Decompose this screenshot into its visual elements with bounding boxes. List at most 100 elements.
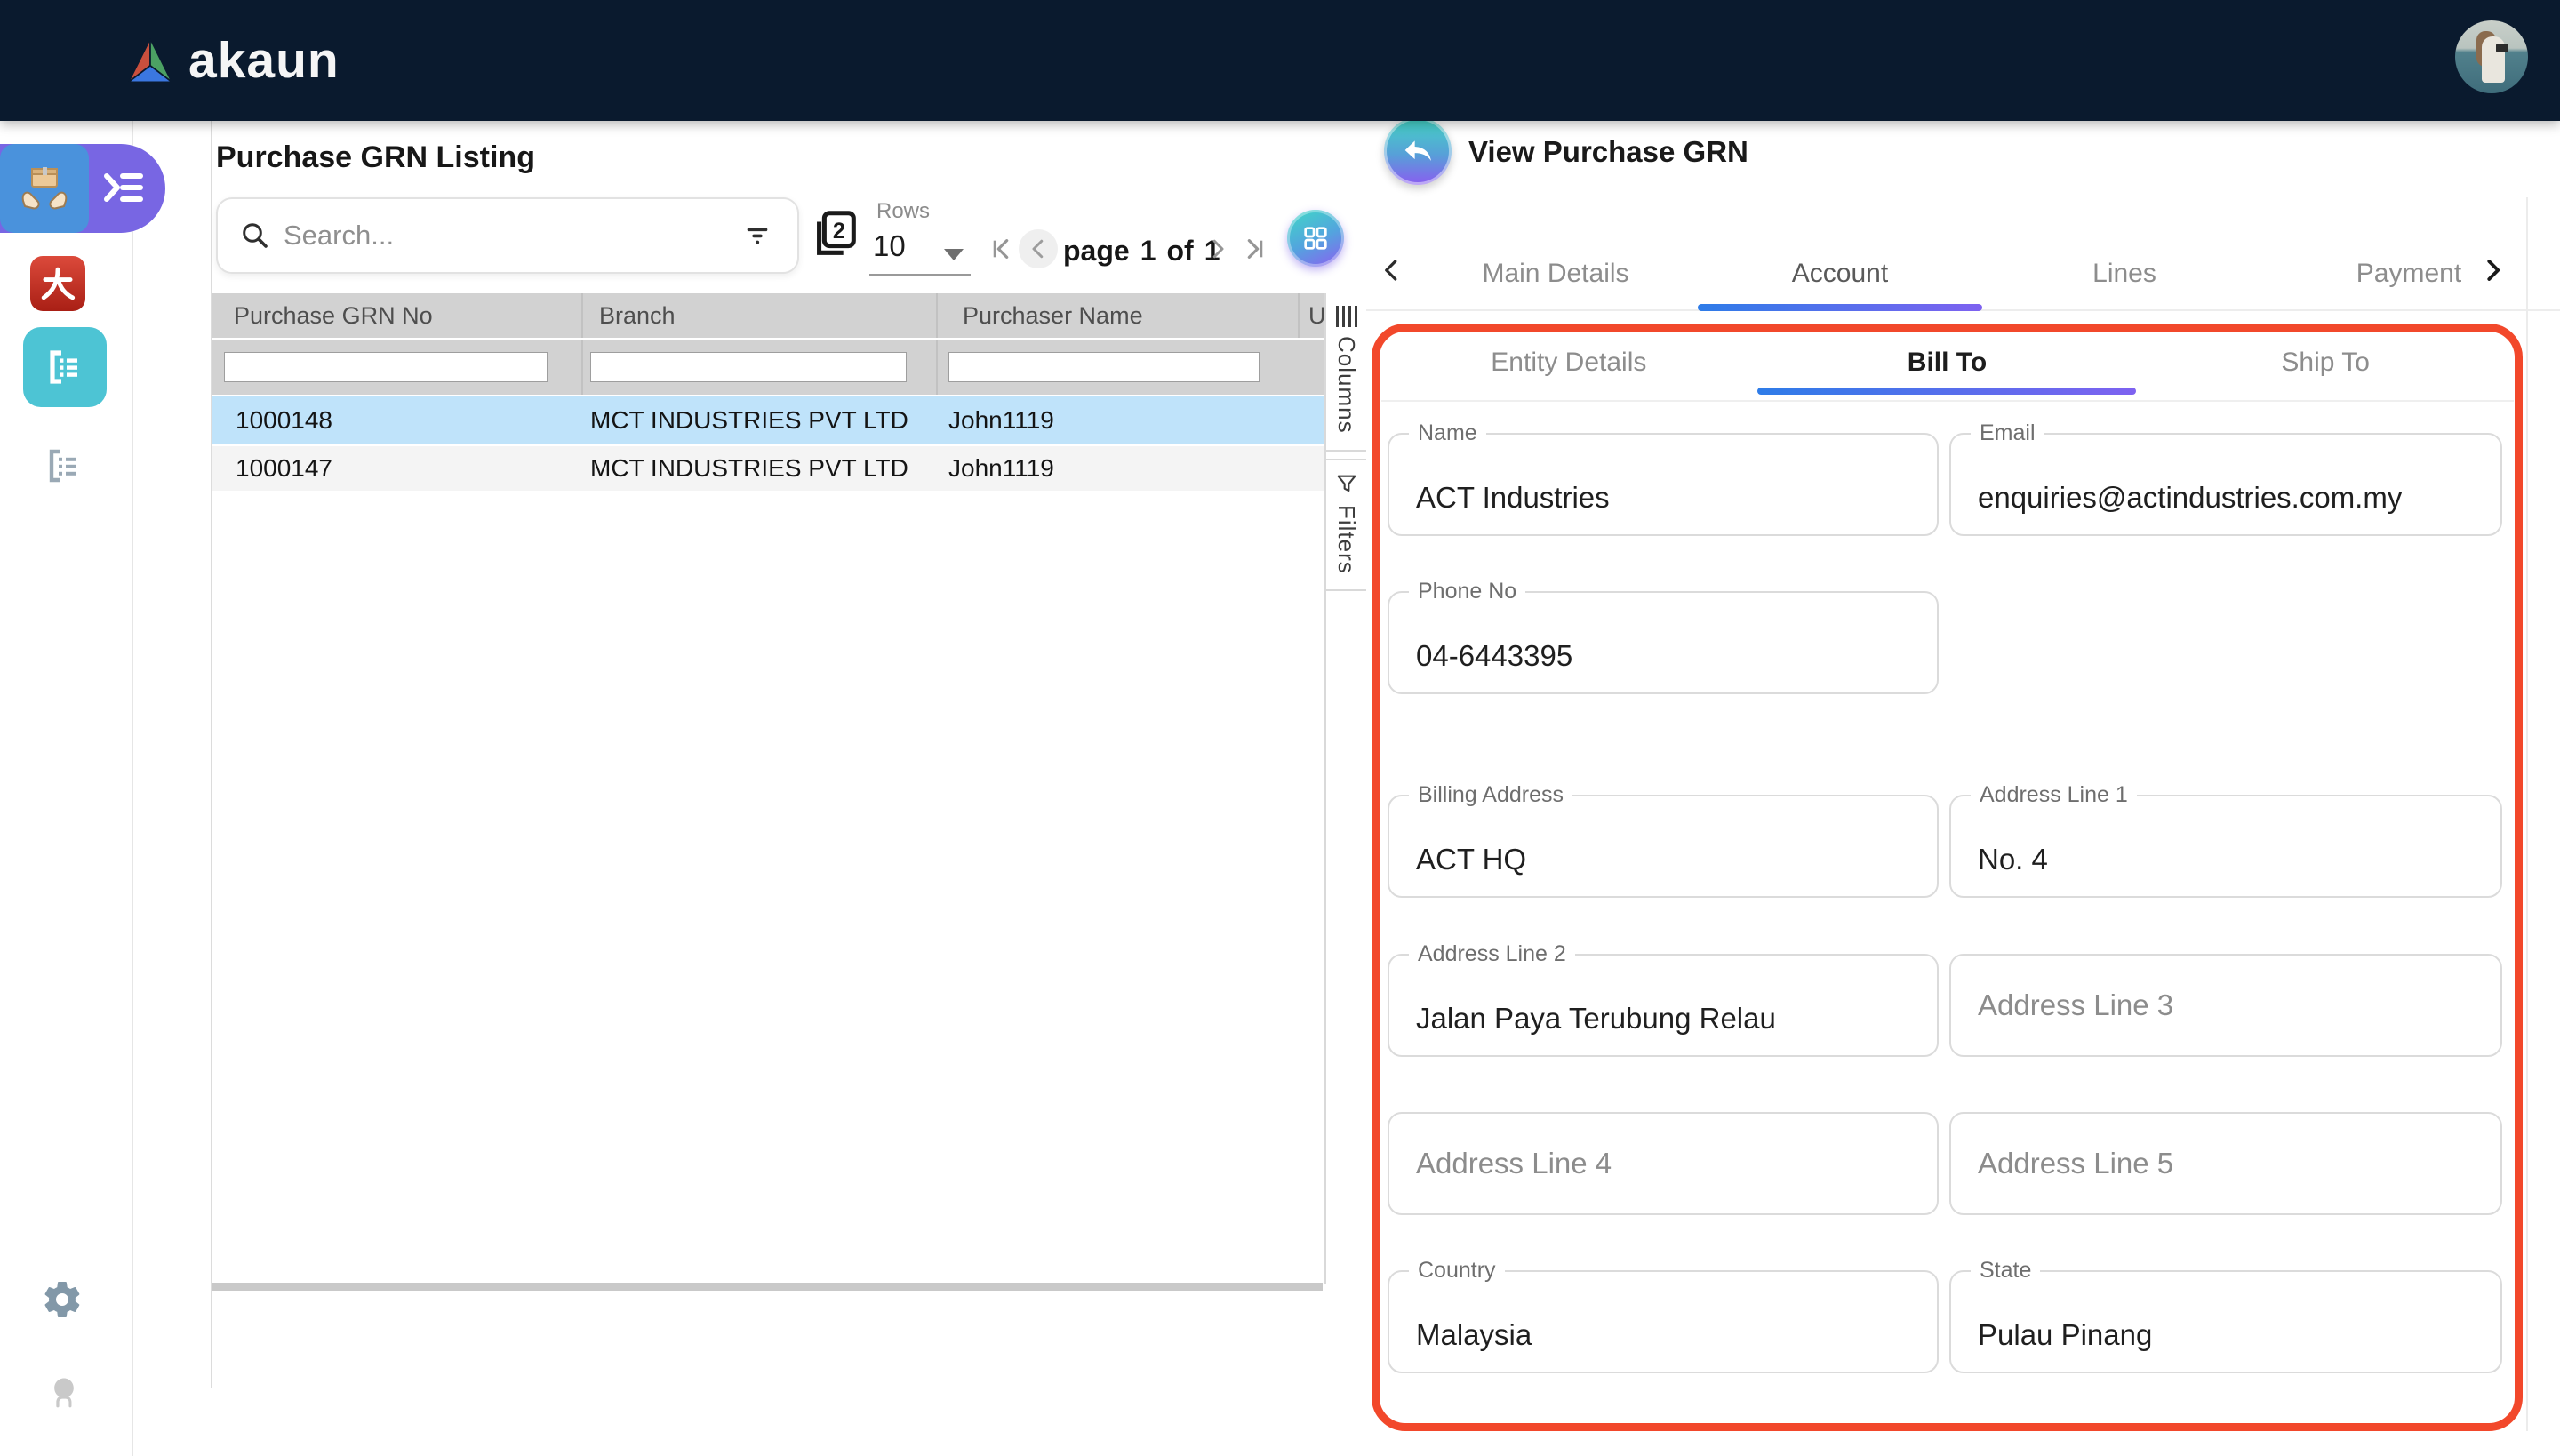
tab-account[interactable]: Account [1698,236,1982,311]
brand-name: akaun [188,31,340,90]
list-form-icon [44,346,86,388]
akaun-triangle-icon [124,36,176,84]
sidebar [0,121,133,1456]
country-field[interactable]: Country Malaysia [1388,1270,1939,1373]
detail-tabs: Main Details Account Lines Payment [1413,236,2462,311]
grn-table: Purchase GRN No Branch Purchaser Name Up… [212,293,1324,491]
address-line-3-field[interactable]: Address Line 3 [1949,954,2502,1057]
country-label: Country [1409,1258,1505,1284]
email-field[interactable]: Email enquiries@actindustries.com.my [1949,433,2502,536]
table-row[interactable]: 1000147 MCT INDUSTRIES PVT LTD John1119 [212,444,1324,491]
brand-logo[interactable]: akaun [124,31,340,90]
phone-value: 04-6443395 [1416,639,1572,673]
page-title: Purchase GRN Listing [216,140,535,175]
search-input[interactable] [284,220,742,252]
cell-grn-no: 1000148 [212,406,581,435]
columns-side-tab[interactable]: Columns [1326,293,1366,452]
tabs-scroll-left[interactable] [1376,251,1408,290]
top-navbar: akaun [0,0,2560,121]
billing-address-value: ACT HQ [1416,843,1526,876]
billing-address-label: Billing Address [1409,782,1572,808]
profile-icon[interactable] [41,1372,87,1419]
filter-list-icon[interactable] [742,222,772,249]
active-subtab-underline [1757,388,2136,395]
rows-per-page-select[interactable]: 10 [873,229,906,263]
email-value: enquiries@actindustries.com.my [1978,481,2402,515]
sidebar-item-dahua-app[interactable] [30,256,85,311]
search-bar [216,197,799,274]
svg-text:2: 2 [833,219,845,244]
phone-label: Phone No [1409,579,1525,604]
name-field[interactable]: Name ACT Industries [1388,433,1939,536]
column-header-purchase-grn-no[interactable]: Purchase GRN No [212,293,581,338]
address-line-1-value: No. 4 [1978,843,2048,876]
funnel-icon [1334,473,1359,496]
state-field[interactable]: State Pulau Pinang [1949,1270,2502,1373]
grid-icon [1301,224,1330,252]
address-line-5-placeholder: Address Line 5 [1978,1147,2173,1180]
table-header-row: Purchase GRN No Branch Purchaser Name Up [212,293,1324,338]
cell-purchaser: John1119 [936,406,1298,435]
table-row-selected[interactable]: 1000148 MCT INDUSTRIES PVT LTD John1119 [212,395,1324,444]
name-value: ACT Industries [1416,481,1610,515]
subtab-bill-to[interactable]: Bill To [1758,331,2137,395]
filter-input-purchaser-name[interactable] [948,352,1260,382]
subtab-ship-to[interactable]: Ship To [2136,331,2515,395]
app-root: akaun [0,0,2560,1456]
tab-lines[interactable]: Lines [1982,236,2267,311]
address-line-5-field[interactable]: Address Line 5 [1949,1112,2502,1215]
country-value: Malaysia [1416,1318,1532,1352]
address-line-1-field[interactable]: Address Line 1 No. 4 [1949,795,2502,898]
search-icon [239,220,271,252]
rows-caret-icon[interactable] [944,249,964,260]
da-character-icon [38,264,77,303]
column-header-purchaser-name[interactable]: Purchaser Name [936,293,1298,338]
email-label: Email [1971,420,2044,446]
sidebar-item-listing-module-active[interactable] [23,327,107,407]
sidebar-item-inventory-app[interactable] [0,144,89,233]
back-button[interactable] [1384,117,1452,185]
previous-page-button[interactable] [1019,229,1058,268]
address-line-4-field[interactable]: Address Line 4 [1388,1112,1939,1215]
state-value: Pulau Pinang [1978,1318,2152,1352]
horizontal-scrollbar[interactable] [212,1283,1323,1291]
address-line-4-placeholder: Address Line 4 [1416,1147,1612,1180]
detail-scroll-track [2526,197,2528,1431]
address-line-1-label: Address Line 1 [1971,782,2137,808]
filters-side-tab[interactable]: Filters [1326,459,1366,592]
filters-tab-label: Filters [1332,505,1360,574]
column-header-branch[interactable]: Branch [581,293,936,338]
column-header-updated[interactable]: Up [1298,293,1324,338]
hands-box-icon [16,160,73,217]
columns-tab-label: Columns [1332,336,1360,434]
sidebar-item-listing-module-inactive[interactable] [43,444,85,487]
settings-gear-icon[interactable] [41,1278,84,1321]
sidebar-collapse-icon[interactable] [103,169,144,206]
tab-main-details[interactable]: Main Details [1413,236,1698,311]
first-page-button[interactable] [981,229,1020,268]
next-page-button[interactable] [1198,229,1237,268]
address-line-3-placeholder: Address Line 3 [1978,988,2173,1022]
list-form-gray-icon [43,444,85,487]
phone-field[interactable]: Phone No 04-6443395 [1388,591,1939,694]
filter-input-purchase-grn-no[interactable] [224,352,548,382]
address-line-2-label: Address Line 2 [1409,941,1575,967]
cell-branch: MCT INDUSTRIES PVT LTD [581,406,936,435]
duplicate-pages-icon[interactable]: 2 [807,206,862,261]
subtab-entity-details[interactable]: Entity Details [1380,331,1758,395]
tabs-scroll-right[interactable] [2476,251,2508,290]
last-page-button[interactable] [1236,229,1275,268]
of-word: of [1166,235,1193,268]
address-line-2-value: Jalan Paya Terubung Relau [1416,1002,1776,1036]
address-line-2-field[interactable]: Address Line 2 Jalan Paya Terubung Relau [1388,954,1939,1057]
detail-title: View Purchase GRN [1468,135,1748,169]
user-avatar[interactable] [2455,20,2528,93]
billing-address-field[interactable]: Billing Address ACT HQ [1388,795,1939,898]
filter-input-branch[interactable] [590,352,907,382]
grid-view-button[interactable] [1287,210,1344,267]
table-side-tabs: Columns Filters [1324,293,1366,1284]
page-indicator: page 1 of 1 [1063,235,1220,268]
tab-payment[interactable]: Payment [2267,236,2462,311]
rows-select-underline [869,274,971,276]
avatar-camera [2496,44,2508,52]
